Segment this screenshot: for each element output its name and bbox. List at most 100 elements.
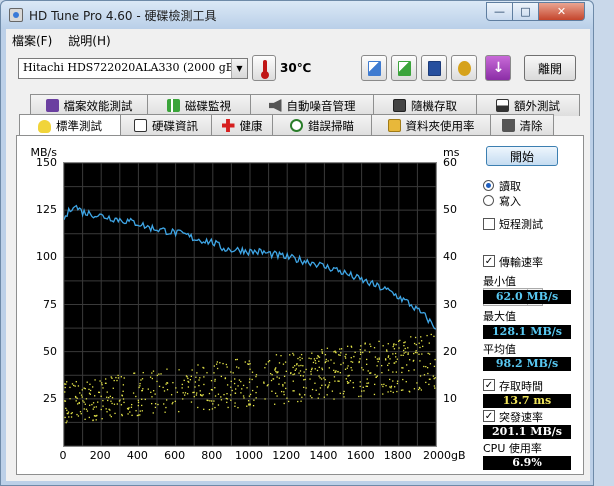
menu-help[interactable]: 說明(H) [68, 32, 110, 49]
access-time-checkbox[interactable]: ✓ [483, 379, 495, 391]
access-time-point [405, 381, 407, 383]
start-button[interactable]: 開始 [486, 146, 558, 166]
access-time-point [402, 378, 404, 381]
tab-folder-usage[interactable]: 資料夾使用率 [371, 114, 491, 136]
access-time-point [88, 388, 90, 391]
short-test-checkbox[interactable] [483, 218, 495, 230]
tab-health[interactable]: 健康 [211, 114, 273, 136]
download-button[interactable]: ↓ [485, 55, 511, 81]
tab-erase[interactable]: 清除 [490, 114, 554, 136]
access-time-point [402, 367, 404, 369]
x-tick-label: 1200 [272, 449, 301, 462]
tab-label: 硬碟資訊 [152, 118, 198, 133]
access-time-point [343, 390, 345, 393]
access-time-point [67, 412, 69, 415]
tab-benchmark[interactable]: 標準測試 [19, 114, 121, 137]
access-time-point [225, 363, 228, 366]
access-time-point [222, 362, 224, 365]
menu-file[interactable]: 檔案(F) [12, 32, 52, 49]
drive-select[interactable]: Hitachi HDS722020ALA330 (2000 gB) ▼ [18, 58, 248, 79]
access-time-point [310, 373, 312, 375]
access-time-point [293, 390, 295, 392]
access-time-point [399, 339, 401, 342]
access-time-point [310, 368, 313, 371]
tab-noise-management[interactable]: 自動噪音管理 [250, 94, 374, 116]
maximize-button[interactable]: □ [512, 2, 539, 21]
app-window: HD Tune Pro 4.60 - 硬碟檢測工具 — □ ✕ 檔案(F) 說明… [0, 0, 594, 486]
access-time-point [133, 372, 135, 374]
read-radio[interactable] [483, 180, 494, 191]
access-time-point [351, 361, 354, 363]
access-time-point [203, 383, 205, 386]
access-time-point [249, 393, 252, 396]
copy-text-button[interactable] [361, 55, 387, 81]
tab-drive-info[interactable]: 硬碟資訊 [120, 114, 212, 136]
access-time-point [309, 378, 311, 380]
access-time-point [298, 365, 300, 367]
access-time-point [409, 359, 411, 361]
access-time-point [365, 385, 367, 387]
access-time-point [292, 380, 294, 382]
access-time-point [215, 363, 218, 365]
access-time-point [80, 413, 82, 415]
access-time-point [359, 385, 361, 388]
access-time-point [362, 386, 364, 389]
access-time-point [428, 383, 430, 386]
exit-button[interactable]: 離開 [524, 55, 576, 81]
access-time-point [376, 375, 378, 377]
access-time-point [208, 392, 211, 395]
access-time-point [219, 362, 221, 364]
access-time-point [418, 386, 421, 389]
copy-screenshot-button[interactable] [391, 55, 417, 81]
access-time-point [70, 416, 73, 418]
tab-extra-tests[interactable]: 額外測試 [476, 94, 580, 116]
tab-file-benchmark[interactable]: 檔案效能測試 [30, 94, 148, 116]
x-tick-label: 1600 [346, 449, 375, 462]
access-time-point [247, 400, 250, 402]
access-time-point [317, 355, 319, 357]
tab-error-scan[interactable]: 錯誤掃瞄 [272, 114, 372, 136]
access-time-point [249, 403, 251, 405]
access-time-point [383, 383, 385, 385]
access-time-point [185, 375, 188, 377]
access-time-point [81, 396, 83, 398]
access-time-point [342, 362, 344, 364]
access-time-point [367, 382, 370, 384]
minimize-button[interactable]: — [486, 2, 513, 21]
access-time-point [122, 398, 125, 400]
access-time-point [144, 398, 146, 401]
access-time-point [289, 354, 291, 356]
tab-random-access[interactable]: 隨機存取 [373, 94, 477, 116]
access-time-point [69, 398, 71, 400]
chevron-down-icon[interactable]: ▼ [231, 59, 247, 78]
access-time-point [274, 368, 276, 370]
tab-disk-monitor[interactable]: 磁碟監視 [147, 94, 251, 116]
access-time-point [351, 369, 353, 371]
max-value: 128.1 MB/s [483, 325, 571, 339]
access-time-point [201, 395, 203, 397]
access-time-point [300, 364, 302, 367]
access-time-point [93, 406, 95, 408]
options-button[interactable] [451, 55, 477, 81]
benchmark-chart [63, 162, 438, 447]
access-time-point [414, 351, 417, 354]
transfer-rate-checkbox[interactable]: ✓ [483, 255, 495, 267]
access-time-point [209, 400, 211, 402]
access-time-point [151, 396, 153, 398]
access-time-point [387, 356, 389, 358]
access-time-point [220, 396, 222, 398]
save-button[interactable] [421, 55, 447, 81]
title-bar[interactable]: HD Tune Pro 4.60 - 硬碟檢測工具 — □ ✕ [1, 1, 593, 29]
access-time-point [421, 353, 423, 355]
access-time-point [115, 376, 117, 379]
close-button[interactable]: ✕ [538, 2, 585, 21]
short-test-label: 短程測試 [499, 218, 543, 231]
burst-rate-checkbox[interactable]: ✓ [483, 410, 495, 422]
access-time-point [199, 377, 201, 379]
access-time-point [312, 361, 315, 364]
tab-label: 檔案效能測試 [63, 98, 133, 113]
access-time-point [152, 412, 154, 414]
access-time-point [348, 382, 350, 384]
access-time-point [66, 409, 68, 411]
write-radio[interactable] [483, 195, 494, 206]
